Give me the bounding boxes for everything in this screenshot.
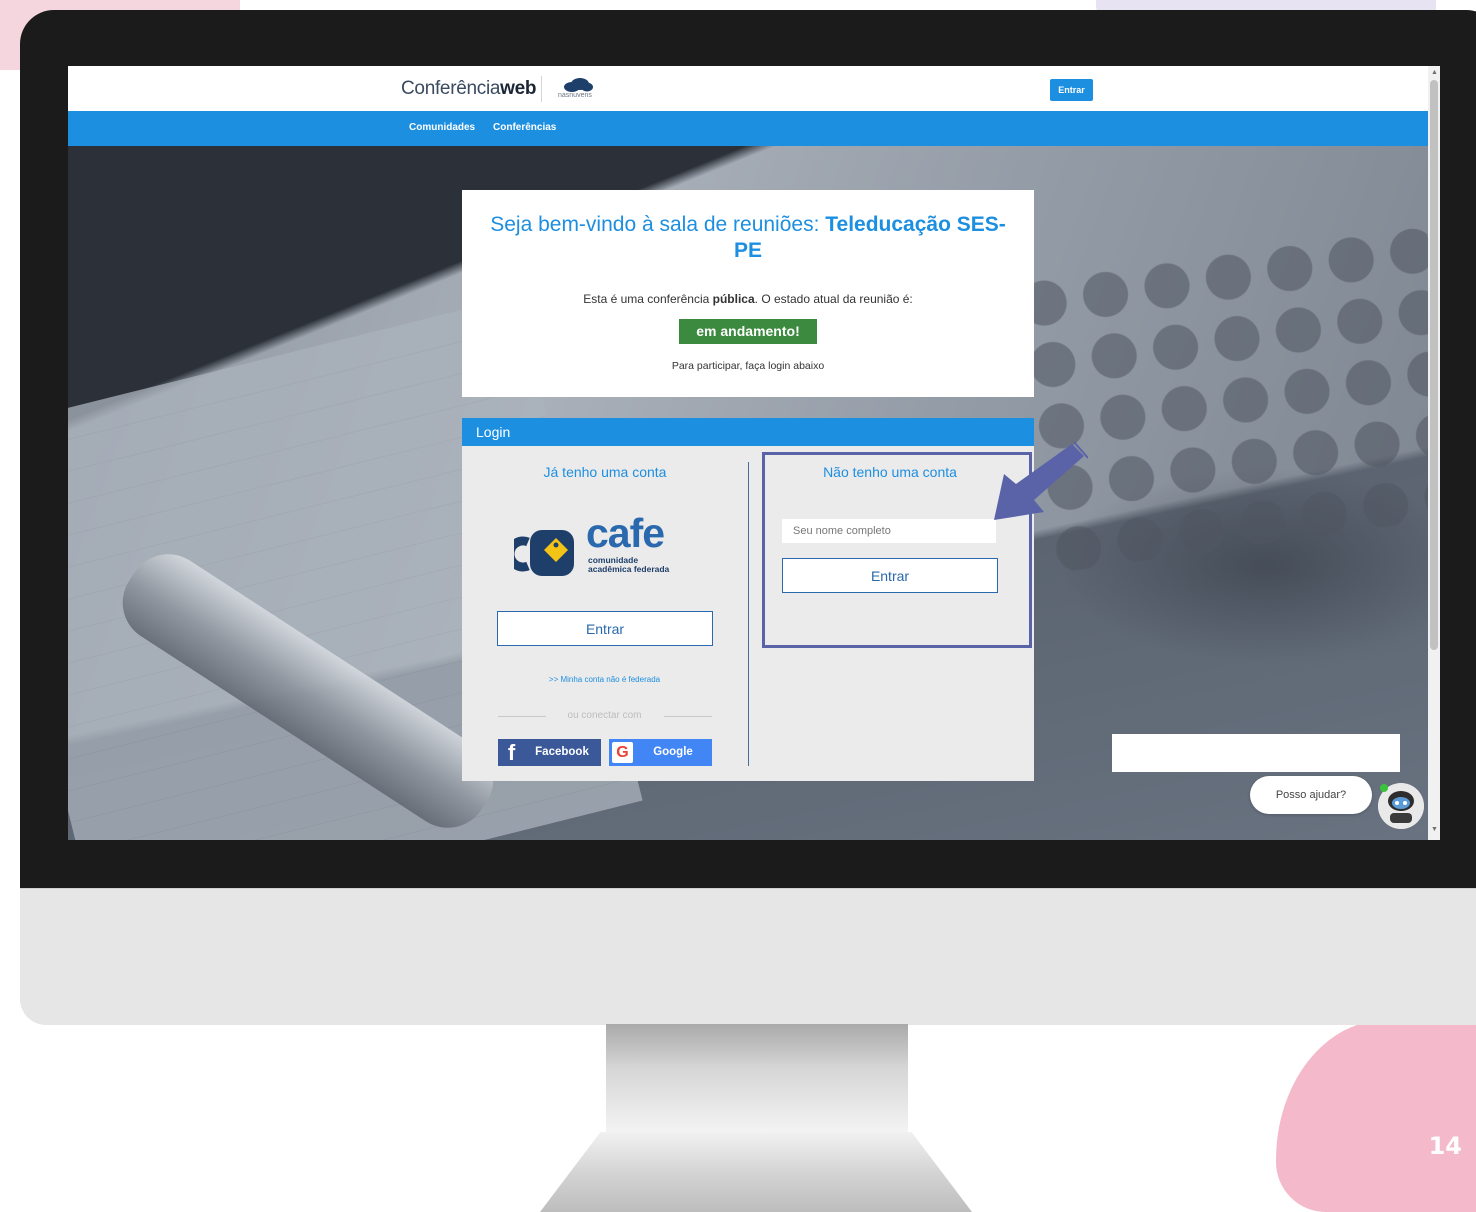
nav-item-comunidades[interactable]: Comunidades [409, 122, 475, 133]
facebook-login-button[interactable]: f Facebook [498, 739, 601, 766]
partner-logo-text: nasnuvens [558, 92, 592, 99]
logo-bold-text: web [500, 78, 537, 99]
facebook-label: Facebook [535, 746, 589, 758]
desc-prefix: Esta é uma conferência [583, 292, 713, 306]
chat-help-bubble[interactable]: Posso ajudar? [1250, 776, 1372, 814]
login-column-divider [748, 462, 749, 766]
or-divider-right [664, 716, 712, 717]
welcome-card: Seja bem-vindo à sala de reuniões: Teled… [462, 190, 1034, 397]
login-panel-header: Login [462, 418, 1034, 446]
meeting-status-badge: em andamento! [679, 319, 817, 344]
welcome-title: Seja bem-vindo à sala de reuniões: Teled… [482, 212, 1014, 264]
browser-screen: Conferênciaweb nasnuvens Entrar Comunida… [68, 66, 1440, 840]
nav-item-conferencias[interactable]: Conferências [493, 122, 556, 133]
pointer-arrow-icon [994, 441, 1088, 520]
slide-number: 14 [1428, 1132, 1462, 1160]
scroll-up-icon[interactable]: ▲ [1431, 69, 1438, 76]
cafe-mug-icon [514, 530, 574, 576]
site-header: Conferênciaweb nasnuvens Entrar [68, 66, 1428, 112]
welcome-hint: Para participar, faça login abaixo [671, 360, 825, 372]
monitor-stand-base [540, 1132, 972, 1212]
online-indicator [1380, 784, 1388, 792]
blank-overlay [1112, 734, 1400, 772]
decor-blob-bottom-right [1276, 1020, 1476, 1212]
desc-suffix: . O estado atual da reunião é: [754, 292, 913, 306]
cafe-sub-line-2: acadêmica federada [588, 564, 670, 574]
desc-visibility: pública [712, 292, 755, 306]
welcome-description: Esta é uma conferência pública. O estado… [462, 292, 1034, 306]
cafe-logo-word: cafe [586, 510, 665, 556]
page-scrollbar[interactable]: ▲ ▼ [1428, 66, 1440, 840]
google-label: Google [653, 746, 693, 758]
welcome-title-prefix: Seja bem-vindo à sala de reuniões: [490, 213, 826, 236]
login-header-label: Login [476, 424, 511, 440]
logo-light-text: Conferência [401, 78, 501, 99]
header-login-button[interactable]: Entrar [1050, 79, 1093, 101]
cloud-icon [564, 78, 593, 92]
monitor-chin [20, 888, 1476, 1025]
google-icon: G [612, 742, 633, 763]
logo-divider [541, 76, 542, 102]
main-navbar: Comunidades Conferências [68, 111, 1428, 146]
non-federated-link[interactable]: >> Minha conta não é federada [497, 675, 712, 684]
cafe-login-button[interactable]: Entrar [497, 611, 713, 646]
scrollbar-thumb[interactable] [1430, 80, 1438, 650]
monitor-stand-neck [606, 1024, 908, 1134]
has-account-title: Já tenho uma conta [543, 464, 667, 480]
facebook-icon: f [507, 740, 516, 765]
cafe-logo-subtitle: comunidade acadêmica federada [588, 556, 669, 574]
site-logo[interactable]: Conferênciaweb [401, 78, 537, 100]
scroll-down-icon[interactable]: ▼ [1431, 826, 1438, 833]
google-login-button[interactable]: G Google [609, 739, 712, 766]
